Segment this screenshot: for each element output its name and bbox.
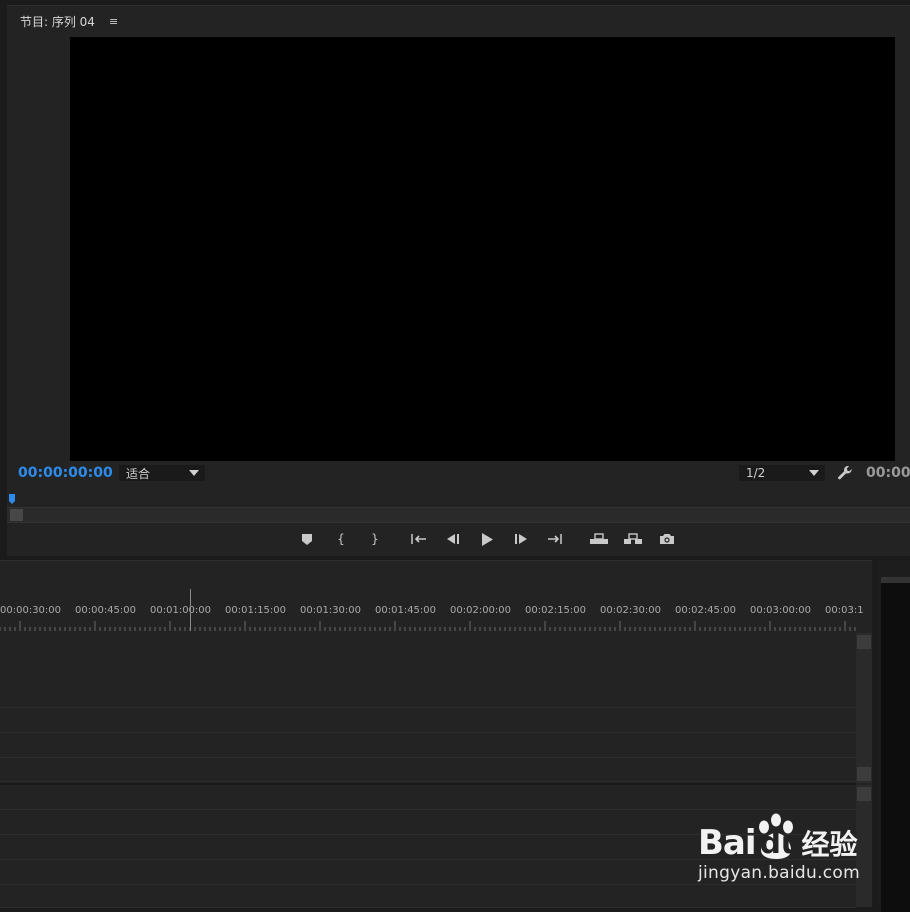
- extract-button[interactable]: [616, 529, 650, 549]
- step-back-icon: [447, 534, 459, 544]
- panel-title: 节目: 序列 04: [20, 14, 95, 29]
- marker-icon: [302, 533, 312, 545]
- track-row[interactable]: [0, 885, 856, 908]
- track-row[interactable]: [0, 708, 856, 733]
- ruler-label: 00:02:15:00: [525, 605, 587, 616]
- go-to-out-button[interactable]: [538, 529, 572, 549]
- play-icon: [482, 532, 493, 546]
- mini-timeline-scrubber[interactable]: [7, 491, 910, 507]
- video-tracks-area[interactable]: [0, 633, 856, 782]
- audio-meter: [881, 577, 910, 912]
- program-monitor-panel: 节目: 序列 04 ≡ 00:00:00:00 适合 1/2 00:00: { …: [7, 5, 910, 556]
- zoom-fit-dropdown[interactable]: 适合: [119, 465, 205, 481]
- wrench-icon[interactable]: [836, 464, 854, 482]
- playback-resolution-dropdown[interactable]: 1/2: [739, 465, 825, 481]
- lift-icon: [590, 533, 608, 544]
- playback-resolution-value: 1/2: [746, 466, 766, 480]
- go-to-in-icon: [411, 534, 426, 544]
- mark-in-icon: {: [337, 532, 345, 546]
- transport-controls: { }: [290, 529, 684, 549]
- export-frame-button[interactable]: [650, 529, 684, 549]
- ruler-label: 00:02:00:00: [450, 605, 512, 616]
- program-viewer[interactable]: [70, 37, 895, 461]
- ruler-label: 00:01:45:00: [375, 605, 437, 616]
- scrollbar-thumb[interactable]: [857, 767, 871, 781]
- ruler-label: 00:03:00:00: [750, 605, 812, 616]
- ruler-label: 00:02:45:00: [675, 605, 737, 616]
- panel-tab[interactable]: 节目: 序列 04 ≡: [20, 12, 118, 30]
- ruler-ticks: [0, 621, 856, 631]
- time-ruler[interactable]: 00:00:30:00 00:00:45:00 00:01:00:00 00:01:1…: [0, 561, 864, 631]
- track-row[interactable]: [0, 733, 856, 758]
- baidu-jingyan-logo: Bai du 经验: [698, 808, 858, 863]
- scrollbar-thumb[interactable]: [857, 787, 871, 801]
- mark-in-button[interactable]: {: [324, 529, 358, 549]
- chevron-down-icon: [189, 470, 199, 476]
- current-timecode[interactable]: 00:00:00:00: [18, 465, 113, 481]
- duration-timecode: 00:00:: [866, 465, 910, 481]
- logo-suffix: 经验: [801, 828, 858, 861]
- track-row[interactable]: [0, 785, 856, 810]
- panel-menu-icon[interactable]: ≡: [109, 15, 118, 28]
- current-time-indicator[interactable]: [190, 589, 191, 631]
- lift-button[interactable]: [582, 529, 616, 549]
- step-forward-button[interactable]: [504, 529, 538, 549]
- zoom-scroll-bar[interactable]: [7, 507, 910, 523]
- track-row[interactable]: [0, 758, 856, 782]
- ruler-label: 00:00:45:00: [75, 605, 137, 616]
- ruler-label: 00:03:1: [825, 605, 864, 616]
- ruler-label: 00:02:30:00: [600, 605, 662, 616]
- step-forward-icon: [515, 534, 527, 544]
- go-to-in-button[interactable]: [402, 529, 436, 549]
- zoom-fit-value: 适合: [126, 466, 151, 481]
- extract-icon: [624, 533, 642, 544]
- ruler-label: 00:00:30:00: [0, 605, 62, 616]
- chevron-down-icon: [809, 470, 819, 476]
- track-row[interactable]: [0, 633, 856, 708]
- ruler-label: 00:01:00:00: [150, 605, 212, 616]
- scrollbar-thumb[interactable]: [857, 635, 871, 649]
- video-tracks-scrollbar[interactable]: [856, 633, 872, 783]
- add-marker-button[interactable]: [290, 529, 324, 549]
- logo-text-right: du: [759, 826, 803, 861]
- go-to-out-icon: [548, 534, 562, 544]
- ruler-label: 00:01:30:00: [300, 605, 362, 616]
- play-button[interactable]: [470, 529, 504, 549]
- camera-icon: [660, 534, 674, 544]
- logo-text-left: Bai: [698, 823, 757, 863]
- audio-tracks-scrollbar[interactable]: [856, 785, 872, 907]
- step-back-button[interactable]: [436, 529, 470, 549]
- mark-out-button[interactable]: }: [358, 529, 392, 549]
- mark-out-icon: }: [371, 532, 379, 546]
- watermark-url: jingyan.baidu.com: [698, 863, 860, 883]
- ruler-label: 00:01:15:00: [225, 605, 287, 616]
- zoom-scroll-handle[interactable]: [10, 509, 23, 521]
